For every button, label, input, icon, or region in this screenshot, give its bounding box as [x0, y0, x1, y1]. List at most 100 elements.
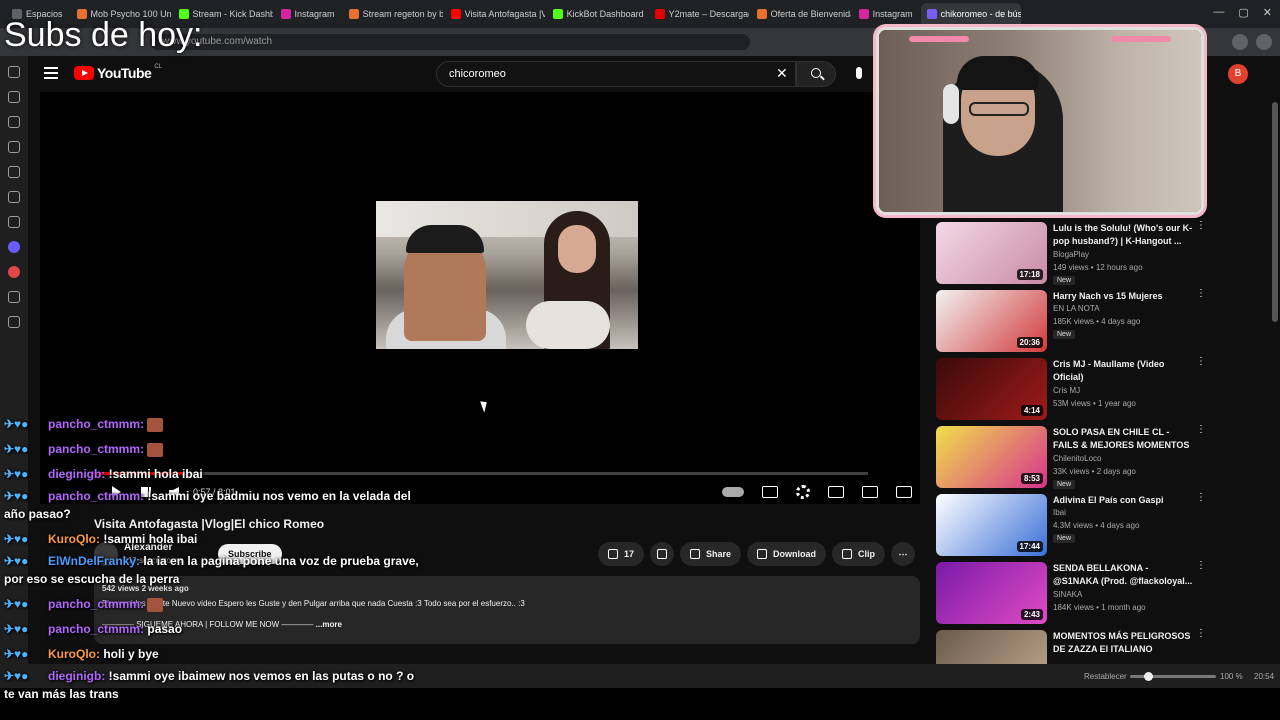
downloads-icon[interactable] — [8, 91, 20, 103]
zoom-slider[interactable] — [1130, 672, 1216, 681]
more-options-icon[interactable]: ⋮ — [1196, 289, 1206, 299]
browser-tab[interactable]: Visita Antofagasta |V — [445, 3, 545, 25]
performance-icon[interactable] — [8, 191, 20, 203]
youtube-play-icon — [74, 66, 94, 80]
zoom-slider-knob[interactable] — [1143, 672, 1153, 681]
chat-message: ✈♥● ElWnDelFranky: la ia en la pagina pon… — [4, 552, 424, 592]
new-badge: New — [1053, 276, 1076, 285]
recommended-title[interactable]: Lulu is the Solulu! (Who's our K-pop hus… — [1053, 222, 1193, 248]
tab-favicon-icon — [348, 9, 359, 19]
url-field[interactable]: www.youtube.com/watch — [150, 34, 750, 50]
browser-tab[interactable]: KickBot Dashboard — [547, 3, 647, 25]
minimize-icon[interactable]: — — [1213, 6, 1224, 19]
chat-text: pasao — [147, 622, 183, 636]
recommended-title[interactable]: Adivina El País con Gaspi — [1053, 494, 1193, 507]
wikipedia-icon[interactable] — [8, 291, 20, 303]
recommended-channel[interactable]: SINAKA — [1053, 590, 1082, 599]
more-options-icon[interactable]: ⋮ — [1196, 493, 1206, 503]
page-scrollbar[interactable] — [1272, 92, 1278, 662]
download-button[interactable]: Download — [747, 542, 827, 566]
recommended-title[interactable]: SENDA BELLAKONA - @S1NAKA (Prod. @flacko… — [1053, 562, 1193, 588]
recommended-video[interactable]: 20:36 Harry Nach vs 15 Mujeres EN LA NOTA 1… — [936, 289, 1266, 358]
collections-icon[interactable] — [8, 141, 20, 153]
recommended-title[interactable]: SOLO PASA EN CHILE CL - FAILS & MEJORES … — [1053, 426, 1193, 452]
chat-badges-icon: ✈♥● — [4, 622, 29, 636]
fullscreen-icon[interactable] — [896, 486, 912, 498]
recommended-stats: 149 views • 12 hours ago — [1053, 263, 1143, 272]
browser-tab[interactable]: Instagram — [853, 3, 919, 25]
opera-icon[interactable] — [8, 266, 20, 278]
tab-label: Visita Antofagasta |V — [464, 9, 545, 19]
extensions-icon[interactable] — [8, 166, 20, 178]
recommended-title[interactable]: Harry Nach vs 15 Mujeres — [1053, 290, 1193, 303]
recommended-title[interactable]: MOMENTOS MÁS PELIGROSOS DE ZAZZA El ITAL… — [1053, 630, 1193, 656]
recommended-stats: 53M views • 1 year ago — [1053, 399, 1136, 408]
theater-mode-icon[interactable] — [862, 486, 878, 498]
share-button[interactable]: Share — [680, 542, 742, 566]
clip-button[interactable]: Clip — [832, 542, 886, 566]
browser-tab[interactable]: Y2mate – Descargad — [649, 3, 749, 25]
browser-tab[interactable]: Instagram — [275, 3, 341, 25]
recommended-channel[interactable]: EN LA NOTA — [1053, 304, 1100, 313]
recommended-thumbnail[interactable]: 17:44 — [936, 494, 1047, 556]
recommended-thumbnail[interactable]: 2:43 — [936, 562, 1047, 624]
youtube-logo[interactable]: YouTube CL — [74, 64, 162, 81]
scrollbar-thumb[interactable] — [1272, 102, 1278, 322]
chat-username: pancho_ctmmm: — [48, 489, 145, 503]
more-options-icon[interactable]: ⋮ — [1196, 425, 1206, 435]
browser-tab[interactable]: Oferta de Bienvenida — [751, 3, 851, 25]
recommended-video[interactable]: 2:43 SENDA BELLAKONA - @S1NAKA (Prod. @fl… — [936, 561, 1266, 630]
settings-icon[interactable] — [796, 485, 810, 499]
profile-icon[interactable] — [1256, 34, 1272, 50]
twitch-icon[interactable] — [8, 241, 20, 253]
clock: 20:54 — [1254, 672, 1275, 681]
chat-text: !sammi hola ibai — [108, 467, 203, 481]
search-button[interactable] — [796, 61, 836, 87]
mic-icon[interactable] — [856, 67, 862, 79]
add-sidebar-icon[interactable] — [8, 316, 20, 328]
chat-username: pancho_ctmmm: — [48, 622, 145, 636]
recommended-thumbnail[interactable]: 20:36 — [936, 290, 1047, 352]
close-window-icon[interactable]: ✕ — [1263, 6, 1272, 19]
duration-badge: 2:43 — [1020, 609, 1043, 620]
recommended-video[interactable]: 17:18 Lulu is the Solulu! (Who's our K-po… — [936, 221, 1266, 290]
zoom-reset-label[interactable]: Restablecer — [1084, 672, 1127, 681]
recommended-thumbnail[interactable]: 17:18 — [936, 222, 1047, 284]
autoplay-toggle[interactable] — [722, 487, 744, 497]
more-options-icon[interactable]: ⋮ — [1196, 221, 1206, 231]
browser-tab[interactable]: Stream regeton by b — [343, 3, 443, 25]
recommended-channel[interactable]: Cris MJ — [1053, 386, 1080, 395]
recommended-title[interactable]: Cris MJ - Maullame (Video Oficial) — [1053, 358, 1193, 384]
chat-message: ✈♥● pancho_ctmmm: !sammi oye badmiu nos v… — [4, 487, 424, 527]
favorites-icon[interactable] — [8, 66, 20, 78]
recommended-video[interactable]: 17:44 Adivina El País con Gaspi Ibai 4.3M v… — [936, 493, 1266, 562]
maximize-icon[interactable]: ▢ — [1238, 6, 1248, 19]
dislike-button[interactable] — [650, 542, 675, 566]
recommended-thumbnail[interactable]: 4:14 — [936, 358, 1047, 420]
chat-message: ✈♥● pancho_ctmmm: — [4, 412, 424, 437]
recommended-channel[interactable]: ChilenitoLoco — [1053, 454, 1101, 463]
captions-icon[interactable] — [762, 486, 778, 498]
extension-icon[interactable] — [1232, 34, 1248, 50]
account-avatar[interactable]: B — [1228, 64, 1248, 84]
more-options-icon[interactable]: ⋮ — [1196, 357, 1206, 367]
new-badge: New — [1053, 480, 1076, 489]
more-options-icon[interactable]: ⋮ — [1196, 561, 1206, 571]
menu-icon[interactable] — [44, 67, 58, 79]
more-options-icon[interactable]: ⋮ — [1196, 629, 1206, 639]
more-actions-button[interactable]: ⋯ — [891, 542, 916, 566]
history-icon[interactable] — [8, 116, 20, 128]
clear-search-icon[interactable]: ✕ — [776, 66, 788, 80]
browser-tab[interactable]: chikoromeo - de bús — [920, 3, 1021, 25]
recommended-channel[interactable]: BlogaPlay — [1053, 250, 1089, 259]
notes-icon[interactable] — [8, 216, 20, 228]
recommended-video[interactable]: 8:53 SOLO PASA EN CHILE CL - FAILS & MEJO… — [936, 425, 1266, 494]
miniplayer-icon[interactable] — [828, 486, 844, 498]
like-button[interactable]: 17 — [598, 542, 645, 566]
recommended-thumbnail[interactable]: 8:53 — [936, 426, 1047, 488]
chat-message: ✈♥● KuroQlo: !sammi hola ibai — [4, 527, 424, 552]
recommended-video[interactable]: 4:14 Cris MJ - Maullame (Video Oficial) Cr… — [936, 357, 1266, 426]
tab-label: Instagram — [872, 9, 913, 19]
search-input[interactable]: chicoromeo — [436, 61, 796, 87]
recommended-channel[interactable]: Ibai — [1053, 508, 1066, 517]
